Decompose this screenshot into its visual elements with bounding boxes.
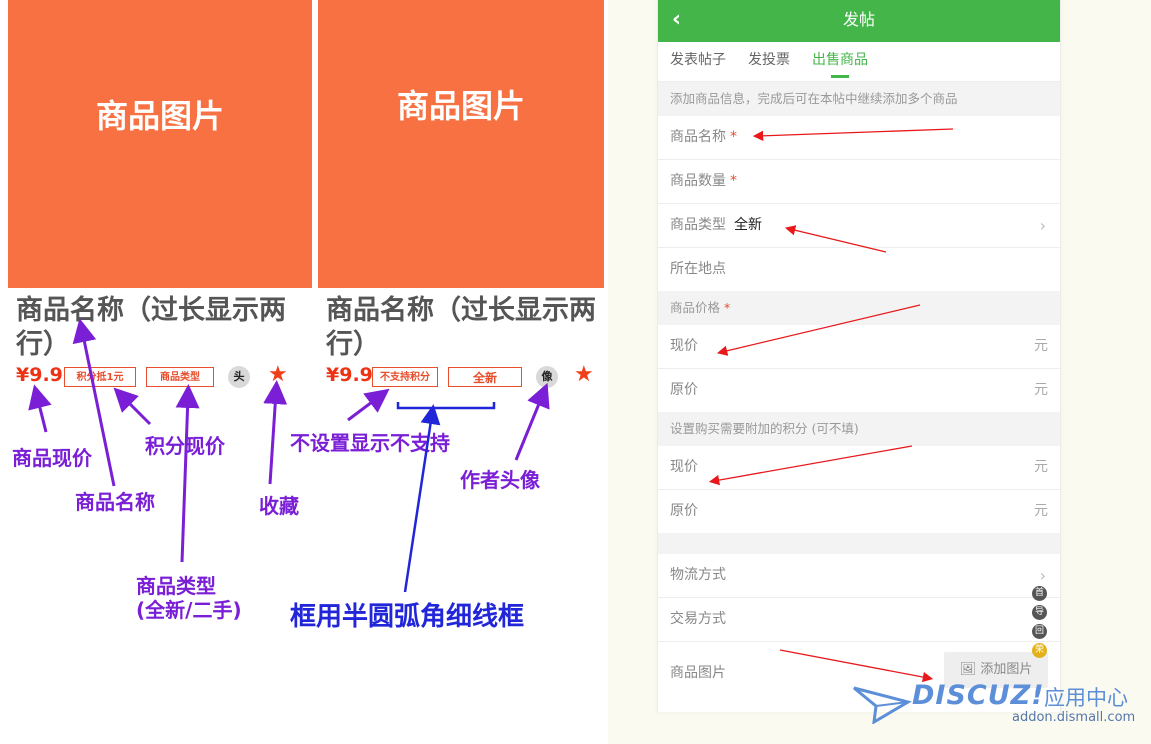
discuz-logo-icon: [853, 686, 912, 724]
watermark-brand: DISCUZ!: [912, 680, 1045, 711]
watermark-domain: addon.dismall.com: [1012, 710, 1136, 725]
annotation-arrows: [708, 128, 954, 683]
watermark-cn: 应用中心: [1044, 686, 1128, 710]
